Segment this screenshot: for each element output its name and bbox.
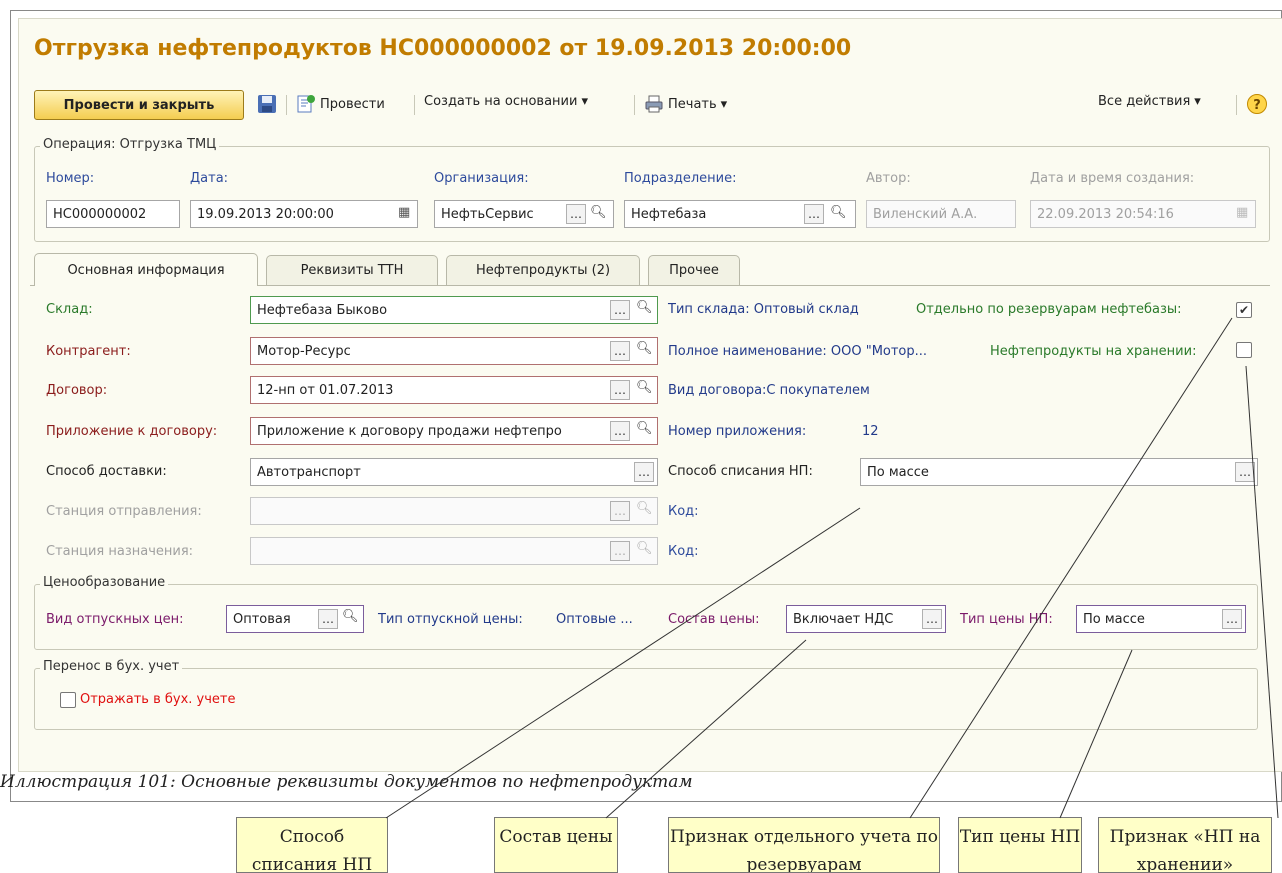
leader-line-storage — [1245, 365, 1279, 819]
leader-line-separate — [909, 317, 1233, 819]
callout-leader-lines — [385, 317, 1279, 819]
leader-line-composition — [605, 639, 807, 819]
leader-line-writeoff — [385, 507, 861, 819]
leader-line-np-price — [1059, 649, 1133, 819]
